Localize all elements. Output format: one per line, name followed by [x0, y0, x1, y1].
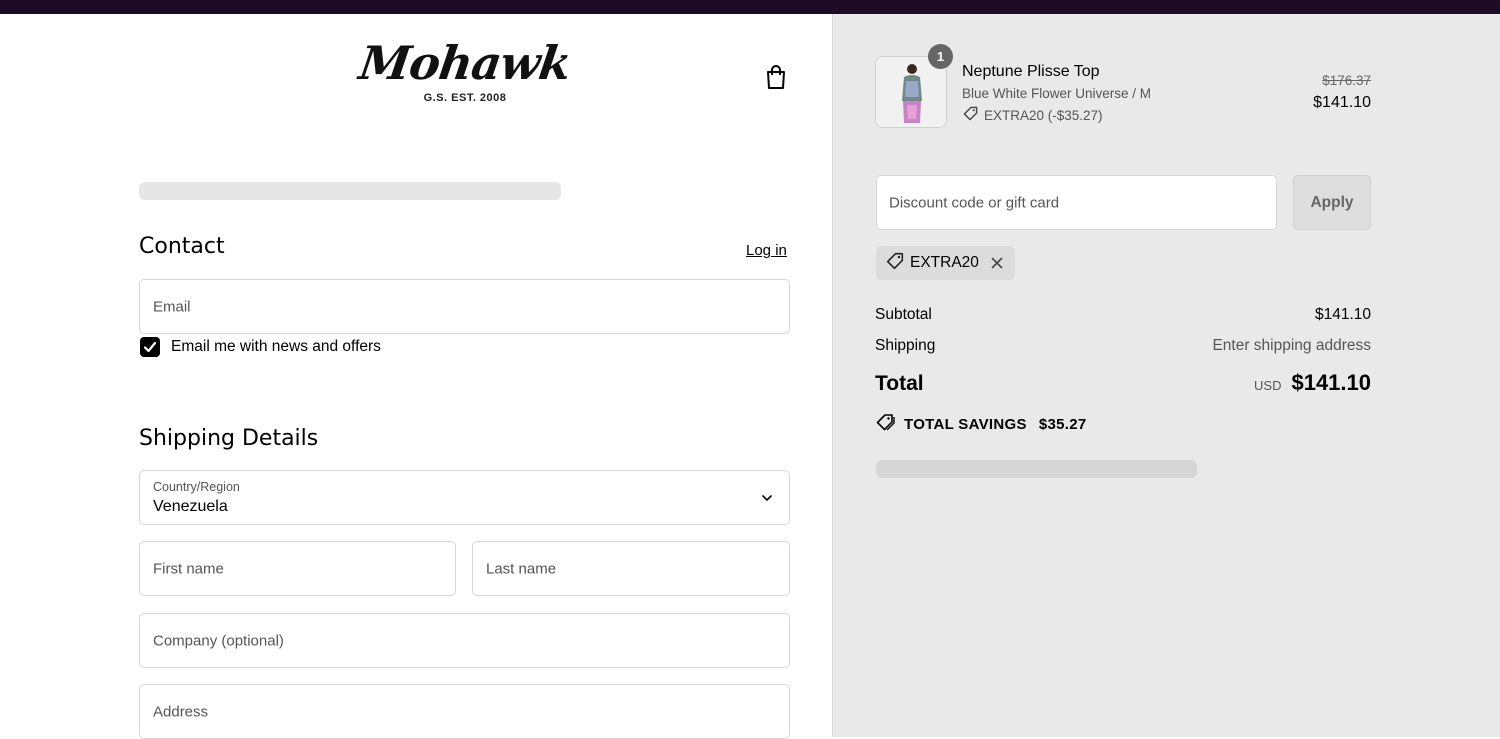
- contact-heading: Contact: [139, 234, 225, 259]
- tag-icon: [886, 252, 904, 275]
- summary-placeholder: [876, 460, 1197, 478]
- brand-logo[interactable]: Mohawk G.S. EST. 2008: [340, 36, 590, 116]
- subtotal-label: Subtotal: [875, 306, 932, 323]
- savings-tag-icon: [876, 413, 896, 435]
- country-label: Country/Region: [153, 480, 240, 494]
- last-name-placeholder: Last name: [486, 560, 557, 577]
- discount-code-input[interactable]: Discount code or gift card: [876, 175, 1277, 230]
- product-name: Neptune Plisse Top: [962, 63, 1100, 80]
- express-checkout-placeholder: [139, 182, 561, 200]
- address-placeholder: Address: [153, 703, 209, 720]
- address-field[interactable]: Address: [139, 684, 790, 739]
- original-price: $176.37: [1322, 73, 1371, 88]
- apply-button[interactable]: Apply: [1293, 175, 1371, 230]
- discount-code-placeholder: Discount code or gift card: [889, 194, 1060, 211]
- final-price: $141.10: [1313, 94, 1371, 111]
- total-value-group: USD $141.10: [1254, 370, 1371, 396]
- tag-icon: [963, 106, 978, 124]
- savings-value: $35.27: [1038, 415, 1087, 433]
- company-placeholder: Company (optional): [153, 632, 284, 649]
- currency-code: USD: [1254, 378, 1282, 393]
- applied-discount-code: EXTRA20: [910, 254, 979, 271]
- last-name-field[interactable]: Last name: [472, 541, 790, 596]
- shipping-value: Enter shipping address: [1212, 337, 1371, 354]
- total-value: $141.10: [1291, 370, 1371, 395]
- shipping-heading: Shipping Details: [139, 426, 319, 451]
- close-icon[interactable]: [989, 255, 1005, 271]
- newsletter-checkbox[interactable]: [140, 337, 160, 357]
- product-discount: EXTRA20 (-$35.27): [963, 106, 1103, 124]
- logo-wordmark: Mohawk: [356, 36, 574, 90]
- country-value: Venezuela: [153, 498, 228, 515]
- total-label: Total: [875, 372, 924, 395]
- shipping-label: Shipping: [875, 337, 936, 354]
- quantity-badge: 1: [928, 44, 953, 69]
- company-field[interactable]: Company (optional): [139, 613, 790, 668]
- newsletter-label[interactable]: Email me with news and offers: [171, 338, 381, 356]
- email-field[interactable]: Email: [139, 279, 790, 334]
- total-savings: TOTAL SAVINGS $35.27: [876, 413, 1087, 435]
- chevron-down-icon: [761, 491, 773, 503]
- applied-discount-chip: EXTRA20: [876, 246, 1015, 280]
- country-select[interactable]: Country/Region Venezuela: [139, 470, 790, 525]
- product-discount-text: EXTRA20 (-$35.27): [984, 107, 1103, 123]
- savings-label: TOTAL SAVINGS: [904, 415, 1027, 433]
- shopping-bag-icon[interactable]: [765, 64, 787, 90]
- subtotal-value: $141.10: [1314, 306, 1371, 323]
- email-placeholder: Email: [153, 298, 191, 315]
- top-bar: [0, 0, 1500, 14]
- product-variant: Blue White Flower Universe / M: [962, 86, 1152, 101]
- first-name-field[interactable]: First name: [139, 541, 456, 596]
- first-name-placeholder: First name: [153, 560, 224, 577]
- logo-subtitle: G.S. EST. 2008: [423, 92, 507, 104]
- login-link[interactable]: Log in: [746, 242, 787, 259]
